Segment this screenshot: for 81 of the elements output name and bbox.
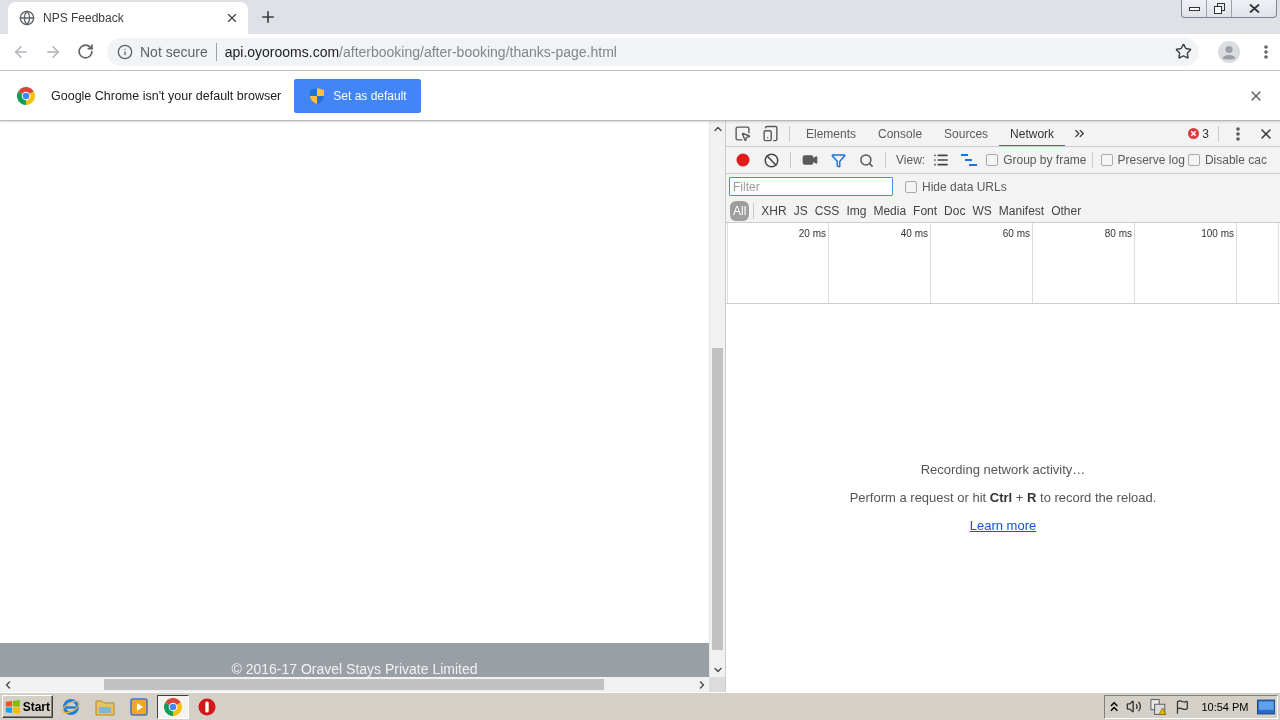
empty-title: Recording network activity… <box>920 462 1086 478</box>
scrollbar-thumb[interactable] <box>712 348 723 650</box>
error-icon <box>1188 128 1200 139</box>
filter-input[interactable]: Filter <box>729 177 893 196</box>
address-bar[interactable]: Not secure api.oyorooms.com/afterbooking/after-booking/thanks-page.html <box>107 37 1199 66</box>
circle-bar-icon <box>198 697 216 716</box>
start-button[interactable]: Start <box>2 695 53 718</box>
time-tick: 100 ms <box>1201 228 1234 239</box>
devtools-tab[interactable]: Sources <box>933 121 1000 146</box>
type-filter[interactable]: CSS <box>811 200 843 221</box>
type-filter[interactable]: WS <box>969 200 995 221</box>
checkbox-label[interactable]: Group by frame <box>1003 153 1087 167</box>
orbit-circle-icon <box>61 696 81 717</box>
chrome-logo-icon <box>17 86 35 105</box>
record-icon[interactable] <box>736 153 750 167</box>
type-filter[interactable]: Manifest <box>995 200 1048 221</box>
camera-icon <box>802 152 818 168</box>
chrome-logo-icon <box>164 697 182 716</box>
infobar-message: Google Chrome isn't your default browser <box>51 88 282 103</box>
device-icon <box>761 125 779 142</box>
time-tick: 20 ms <box>798 228 826 239</box>
menu-icon <box>1264 44 1268 59</box>
horizontal-scrollbar[interactable] <box>0 677 709 692</box>
search-icon <box>858 152 874 168</box>
type-filter[interactable]: Img <box>843 200 870 221</box>
time-tick: 80 ms <box>1104 228 1132 239</box>
close-icon <box>1248 4 1260 13</box>
type-filter[interactable]: JS <box>790 200 811 221</box>
type-filter[interactable]: Doc <box>941 200 969 221</box>
shield-icon <box>310 87 325 104</box>
flag-icon[interactable] <box>1174 698 1190 715</box>
type-filter[interactable]: Font <box>910 200 941 221</box>
checkbox[interactable] <box>905 180 917 193</box>
checkbox-label[interactable]: Hide data URLs <box>922 179 1007 194</box>
checkbox-label[interactable]: Preserve log <box>1117 153 1185 167</box>
copyright-text: © 2016-17 Oravel Stays Private Limited <box>231 661 478 677</box>
empty-hint: Perform a request or hit Ctrl + R to record the reload. <box>849 490 1157 506</box>
vertical-scrollbar[interactable] <box>709 121 725 677</box>
type-filter[interactable]: Other <box>1048 200 1085 221</box>
devtools-tab[interactable]: Console <box>867 121 934 146</box>
checkbox[interactable] <box>986 154 999 166</box>
menu-icon <box>1236 126 1240 141</box>
folder-icon <box>95 697 115 716</box>
scrollbar-thumb[interactable] <box>104 679 604 690</box>
error-counter[interactable]: 3 <box>1184 126 1213 141</box>
url-text[interactable]: api.oyorooms.com/afterbooking/after-booking/thanks-page.html <box>224 43 1164 60</box>
time-tick: 40 ms <box>900 228 928 239</box>
plus-icon <box>259 8 277 26</box>
profile-button[interactable] <box>1217 39 1241 64</box>
security-label[interactable]: Not secure <box>140 43 208 60</box>
info-icon <box>117 43 133 60</box>
type-filter[interactable]: Media <box>870 200 910 221</box>
inspect-pointer-icon <box>733 125 751 142</box>
minimize-icon <box>1188 6 1200 11</box>
avatar-icon <box>1218 40 1240 63</box>
scrollbar-corner <box>709 677 725 692</box>
network-warning-icon[interactable] <box>1150 697 1167 716</box>
reload-icon <box>76 43 94 60</box>
restore-icon <box>1213 3 1225 14</box>
browser-tab[interactable]: NPS Feedback <box>8 2 248 34</box>
star-icon <box>1174 43 1192 60</box>
close-icon <box>225 11 239 25</box>
time-tick: 60 ms <box>1002 228 1030 239</box>
speaker-icon[interactable] <box>1126 698 1142 715</box>
checkbox-label[interactable]: Disable cac <box>1204 153 1267 167</box>
show-desktop-icon[interactable] <box>1256 698 1275 715</box>
checkbox[interactable] <box>1187 154 1200 166</box>
devtools-tab[interactable]: Elements <box>795 121 868 146</box>
waterfall-icon[interactable] <box>961 154 978 166</box>
clear-icon <box>763 152 779 168</box>
type-filter[interactable]: XHR <box>758 200 790 221</box>
set-default-button[interactable]: Set as default <box>294 78 422 113</box>
globe-icon <box>19 10 35 26</box>
show-hidden-icons-icon[interactable] <box>1110 700 1119 713</box>
clock-text[interactable]: 10:54 PM <box>1201 700 1249 713</box>
checkbox[interactable] <box>1100 154 1113 166</box>
taskbar-app-button[interactable] <box>157 694 189 719</box>
learn-more-link[interactable]: Learn more <box>969 518 1037 534</box>
play-icon <box>130 697 148 716</box>
start-logo-icon <box>5 698 21 715</box>
view-label: View: <box>896 153 926 167</box>
